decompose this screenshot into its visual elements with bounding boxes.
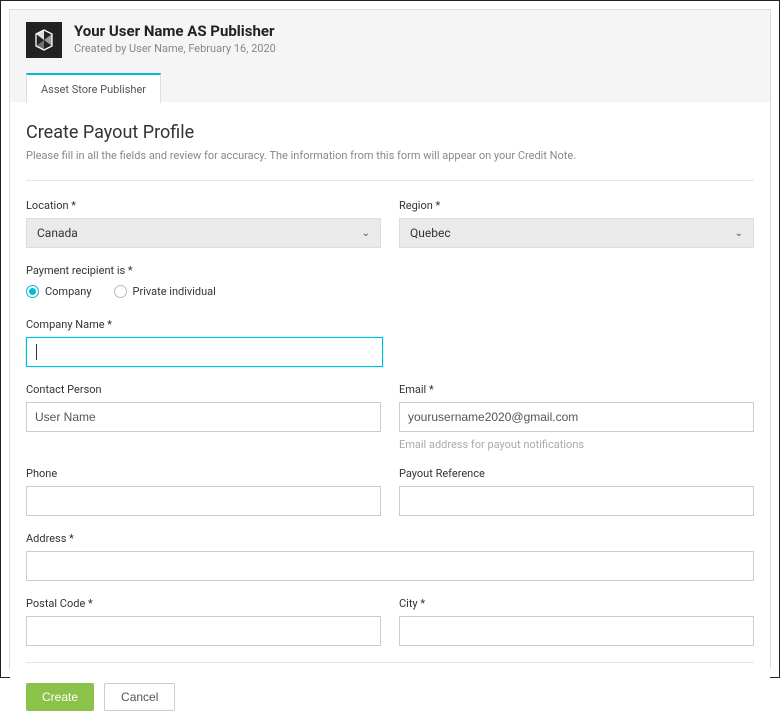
section-description: Please fill in all the fields and review… [26,149,754,162]
postal-code-label: Postal Code * [26,597,381,610]
city-label: City * [399,597,754,610]
create-button[interactable]: Create [26,683,94,711]
radio-company-label: Company [45,285,92,298]
region-value: Quebec [410,226,451,240]
divider [26,662,754,663]
contact-person-input[interactable] [26,402,381,432]
phone-label: Phone [26,467,381,480]
radio-company[interactable]: Company [26,285,92,298]
postal-code-input[interactable] [26,616,381,646]
page-subtitle: Created by User Name, February 16, 2020 [74,42,276,55]
section-heading: Create Payout Profile [26,122,754,143]
payout-reference-input[interactable] [399,486,754,516]
location-select[interactable]: Canada ⌄ [26,218,381,248]
page-title: Your User Name AS Publisher [74,22,276,40]
payout-reference-label: Payout Reference [399,467,754,480]
unity-logo-icon [26,22,62,58]
radio-private-label: Private individual [133,285,216,298]
radio-icon [114,285,127,298]
phone-input[interactable] [26,486,381,516]
cancel-button[interactable]: Cancel [104,683,175,711]
city-input[interactable] [399,616,754,646]
tab-asset-store-publisher[interactable]: Asset Store Publisher [26,73,161,103]
company-name-label: Company Name * [26,318,383,331]
location-value: Canada [37,226,78,240]
chevron-down-icon: ⌄ [735,228,743,239]
company-name-input[interactable] [26,337,383,367]
region-select[interactable]: Quebec ⌄ [399,218,754,248]
location-label: Location * [26,199,381,212]
radio-icon [26,285,39,298]
chevron-down-icon: ⌄ [362,228,370,239]
contact-person-label: Contact Person [26,383,381,396]
region-label: Region * [399,199,754,212]
email-input[interactable] [399,402,754,432]
recipient-label: Payment recipient is * [26,264,754,277]
radio-private-individual[interactable]: Private individual [114,285,216,298]
address-input[interactable] [26,551,754,581]
address-label: Address * [26,532,754,545]
divider [26,180,754,181]
email-helper-text: Email address for payout notifications [399,438,754,451]
email-label: Email * [399,383,754,396]
